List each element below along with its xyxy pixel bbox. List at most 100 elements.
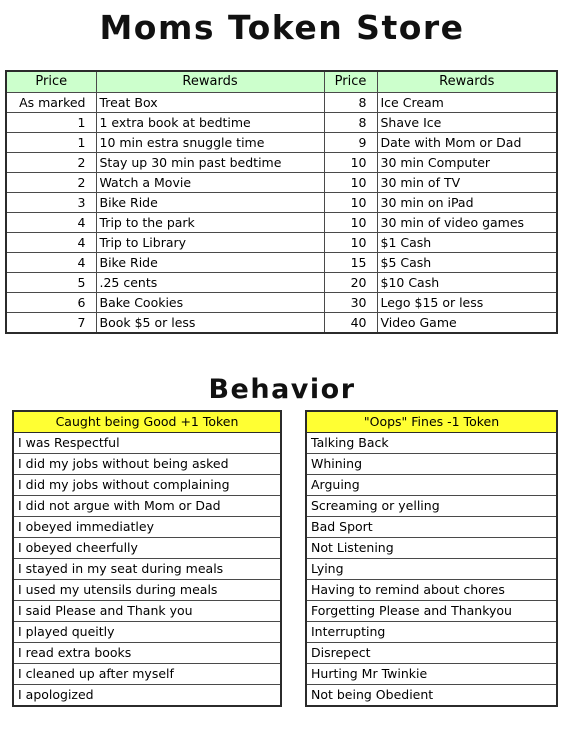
reward-cell: $10 Cash bbox=[376, 272, 558, 293]
oops-behavior-header: "Oops" Fines -1 Token bbox=[305, 410, 558, 433]
reward-cell: $5 Cash bbox=[376, 252, 558, 273]
list-item-label: I used my utensils during meals bbox=[12, 579, 282, 601]
price-cell: 9 bbox=[323, 132, 378, 153]
price-cell: 6 bbox=[5, 292, 97, 313]
price-cell: 40 bbox=[323, 312, 378, 334]
price-cell: 10 bbox=[323, 212, 378, 233]
list-item: I did my jobs without being asked bbox=[12, 453, 282, 475]
price-cell: 5 bbox=[5, 272, 97, 293]
list-item-label: I stayed in my seat during meals bbox=[12, 558, 282, 580]
list-item: I stayed in my seat during meals bbox=[12, 558, 282, 580]
reward-cell: 30 min of TV bbox=[376, 172, 558, 193]
column-header-rewards-left: Rewards bbox=[95, 70, 325, 93]
oops-behavior-table: "Oops" Fines -1 Token Talking Back Whinin… bbox=[305, 410, 558, 707]
table-row: 3 Bike Ride 10 30 min on iPad bbox=[5, 192, 558, 213]
column-header-price-right: Price bbox=[323, 70, 378, 93]
list-item-label: Hurting Mr Twinkie bbox=[305, 663, 558, 685]
price-cell: 1 bbox=[5, 112, 97, 133]
list-item: I read extra books bbox=[12, 642, 282, 664]
price-cell: 2 bbox=[5, 152, 97, 173]
table-row: 6 Bake Cookies 30 Lego $15 or less bbox=[5, 292, 558, 313]
price-cell: 4 bbox=[5, 232, 97, 253]
list-item: I did not argue with Mom or Dad bbox=[12, 495, 282, 517]
list-item-label: Having to remind about chores bbox=[305, 579, 558, 601]
list-item-label: I was Respectful bbox=[12, 432, 282, 454]
reward-cell: 1 extra book at bedtime bbox=[95, 112, 325, 133]
list-item: I apologized bbox=[12, 684, 282, 707]
reward-cell: Trip to the park bbox=[95, 212, 325, 233]
reward-cell: 30 min Computer bbox=[376, 152, 558, 173]
reward-cell: Bike Ride bbox=[95, 252, 325, 273]
reward-cell: $1 Cash bbox=[376, 232, 558, 253]
reward-cell: 10 min estra snuggle time bbox=[95, 132, 325, 153]
price-cell: 8 bbox=[323, 92, 378, 113]
list-item: Bad Sport bbox=[305, 516, 558, 538]
good-behavior-table: Caught being Good +1 Token I was Respect… bbox=[12, 410, 282, 707]
reward-cell: Trip to Library bbox=[95, 232, 325, 253]
list-item: Disrepect bbox=[305, 642, 558, 664]
list-item-label: Bad Sport bbox=[305, 516, 558, 538]
list-item: Interrupting bbox=[305, 621, 558, 643]
page-title: Moms Token Store bbox=[99, 8, 465, 47]
reward-cell: Lego $15 or less bbox=[376, 292, 558, 313]
list-item-label: I read extra books bbox=[12, 642, 282, 664]
column-header-price-left: Price bbox=[5, 70, 97, 93]
list-item-label: I did my jobs without complaining bbox=[12, 474, 282, 496]
list-item: Arguing bbox=[305, 474, 558, 496]
reward-cell: Book $5 or less bbox=[95, 312, 325, 334]
list-item: Hurting Mr Twinkie bbox=[305, 663, 558, 685]
list-item-label: Interrupting bbox=[305, 621, 558, 643]
price-cell: 7 bbox=[5, 312, 97, 334]
list-item: I cleaned up after myself bbox=[12, 663, 282, 685]
list-item-label: I played queitly bbox=[12, 621, 282, 643]
list-item: I obeyed immediatley bbox=[12, 516, 282, 538]
list-item: Having to remind about chores bbox=[305, 579, 558, 601]
token-store-header-row: Price Rewards Price Rewards bbox=[5, 70, 558, 93]
list-item: I said Please and Thank you bbox=[12, 600, 282, 622]
list-item-label: Screaming or yelling bbox=[305, 495, 558, 517]
list-item-label: Forgetting Please and Thankyou bbox=[305, 600, 558, 622]
reward-cell: 30 min on iPad bbox=[376, 192, 558, 213]
list-item-label: I apologized bbox=[12, 684, 282, 707]
list-item-label: Lying bbox=[305, 558, 558, 580]
token-store-table: Price Rewards Price Rewards As marked Tre… bbox=[5, 70, 558, 334]
list-item-label: I did my jobs without being asked bbox=[12, 453, 282, 475]
reward-cell: Watch a Movie bbox=[95, 172, 325, 193]
list-item-label: I obeyed immediatley bbox=[12, 516, 282, 538]
list-item: I played queitly bbox=[12, 621, 282, 643]
column-header-rewards-right: Rewards bbox=[376, 70, 558, 93]
list-item-label: I did not argue with Mom or Dad bbox=[12, 495, 282, 517]
price-cell: 10 bbox=[323, 192, 378, 213]
table-row: 1 10 min estra snuggle time 9 Date with Mom… bbox=[5, 132, 558, 153]
price-cell: 10 bbox=[323, 152, 378, 173]
reward-cell: Video Game bbox=[376, 312, 558, 334]
list-item: Screaming or yelling bbox=[305, 495, 558, 517]
list-item: Whining bbox=[305, 453, 558, 475]
price-cell: 10 bbox=[323, 232, 378, 253]
list-item: Forgetting Please and Thankyou bbox=[305, 600, 558, 622]
table-row: 11 extra book at bedtime 8 Shave Ice bbox=[5, 112, 558, 133]
reward-cell: Stay up 30 min past bedtime bbox=[95, 152, 325, 173]
list-item-label: Arguing bbox=[305, 474, 558, 496]
list-item: Lying bbox=[305, 558, 558, 580]
table-row: 7 Book $5 or less 40 Video Game bbox=[5, 312, 558, 334]
reward-cell: Bike Ride bbox=[95, 192, 325, 213]
price-cell: 4 bbox=[5, 252, 97, 273]
table-row: 2 Stay up 30 min past bedtime 10 30 min Com… bbox=[5, 152, 558, 173]
behavior-section-title: Behavior bbox=[208, 374, 356, 405]
table-row: 4 Bike Ride 15 $5 Cash bbox=[5, 252, 558, 273]
price-cell: 20 bbox=[323, 272, 378, 293]
list-item-label: Not being Obedient bbox=[305, 684, 558, 707]
price-cell: 30 bbox=[323, 292, 378, 313]
price-cell: 2 bbox=[5, 172, 97, 193]
oops-behavior-header-row: "Oops" Fines -1 Token bbox=[305, 410, 558, 433]
list-item-label: Not Listening bbox=[305, 537, 558, 559]
price-cell: 15 bbox=[323, 252, 378, 273]
list-item: Talking Back bbox=[305, 432, 558, 454]
price-cell: 4 bbox=[5, 212, 97, 233]
list-item: Not Listening bbox=[305, 537, 558, 559]
list-item: I was Respectful bbox=[12, 432, 282, 454]
price-cell: 3 bbox=[5, 192, 97, 213]
table-row: 5.25 cents 20 $10 Cash bbox=[5, 272, 558, 293]
list-item: I used my utensils during meals bbox=[12, 579, 282, 601]
